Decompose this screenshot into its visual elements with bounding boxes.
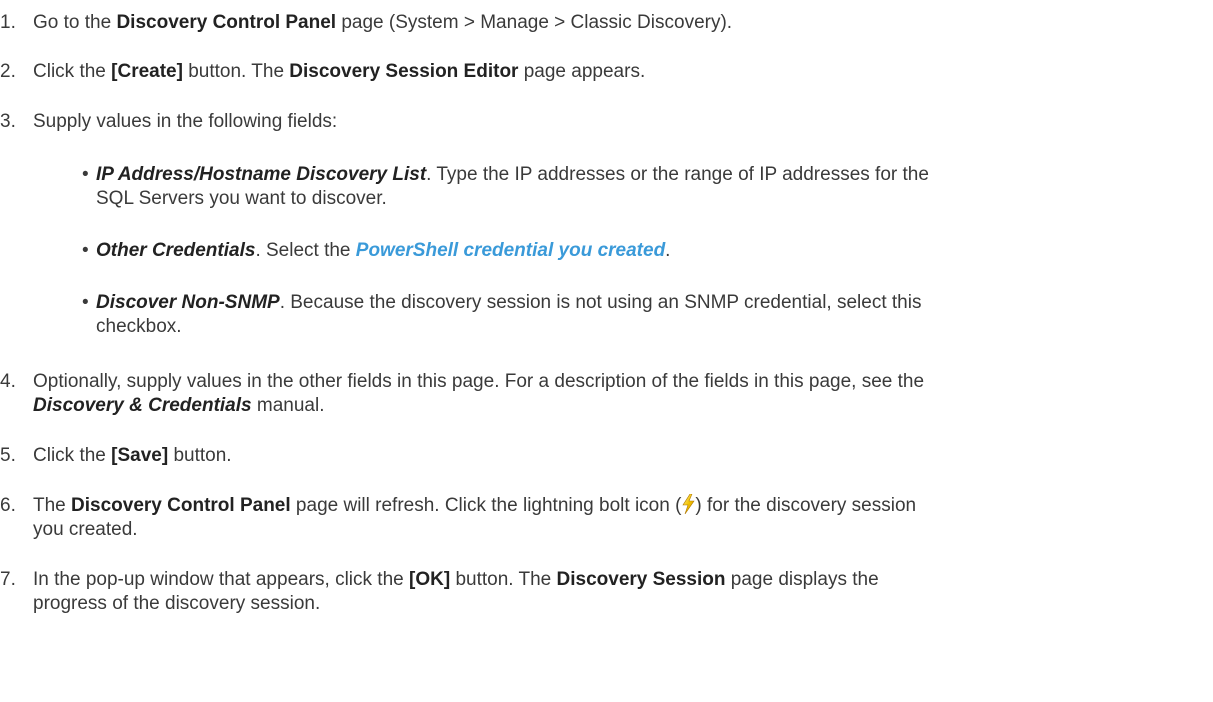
step-text: The [33, 495, 72, 516]
page-name: Discovery Control Panel [71, 495, 291, 516]
button-name: [Save] [111, 445, 169, 466]
bullet-text: SQL Servers you want to discover. [96, 188, 387, 209]
step-text: Click the [33, 61, 112, 82]
step-number: 7. [0, 569, 16, 590]
step-5: 5. Click the [Save] button. [0, 444, 1190, 468]
step-text: manual. [251, 395, 325, 416]
step-text: Click the [33, 445, 112, 466]
step-3: 3. Supply values in the following fields… [0, 110, 1190, 134]
step-text: In the pop-up window that appears, click… [33, 569, 410, 590]
bullet-item: • Other Credentials. Select the PowerShe… [82, 239, 1186, 263]
step-number: 2. [0, 61, 16, 82]
step-7: 7. In the pop-up window that appears, cl… [0, 568, 1190, 616]
step-2: 2. Click the [Create] button. The Discov… [0, 60, 1190, 84]
step-number: 4. [0, 371, 16, 392]
button-name: [OK] [409, 569, 451, 590]
step-text: Optionally, supply values in the other f… [33, 371, 925, 392]
bullet-text: . Type the IP addresses or the range of … [426, 164, 929, 185]
step-text: page will refresh. Click the lightning b… [290, 495, 682, 516]
step-text: progress of the discovery session. [33, 593, 321, 614]
step-text: ) for the discovery session [695, 495, 917, 516]
step-number: 3. [0, 111, 16, 132]
step-number: 6. [0, 495, 16, 516]
step-number: 1. [0, 12, 16, 33]
step-text: button. The [450, 569, 557, 590]
step-text: Go to the [33, 12, 117, 33]
page-name: Discovery Session Editor [289, 61, 519, 82]
step-text: page displays the [725, 569, 879, 590]
powershell-credential-link[interactable]: PowerShell credential you created [356, 240, 665, 261]
button-name: [Create] [111, 61, 183, 82]
step-6: 6. The Discovery Control Panel page will… [0, 493, 1190, 542]
bullet-text: . Select the [255, 240, 356, 261]
bullet-dot: • [82, 240, 89, 261]
manual-name: Discovery & Credentials [33, 395, 252, 416]
step-text: button. The [182, 61, 290, 82]
field-name: Other Credentials [96, 240, 256, 261]
bullet-text: checkbox. [96, 316, 182, 337]
step-text: page appears. [518, 61, 646, 82]
bullet-item: • Discover Non-SNMP. Because the discove… [82, 291, 1186, 339]
step-4: 4. Optionally, supply values in the othe… [0, 370, 1190, 418]
step-text: Supply values in the following fields: [33, 111, 338, 132]
page-name: Discovery Control Panel [116, 12, 337, 33]
step-text: button. [168, 445, 232, 466]
step-number: 5. [0, 445, 16, 466]
bullet-dot: • [82, 292, 89, 313]
bullet-text: . Because the discovery session is not u… [279, 292, 922, 313]
step-text: page (System > Manage > Classic Discover… [336, 12, 733, 33]
bullet-text: . [665, 240, 671, 261]
step-text: you created. [33, 519, 138, 540]
bullet-item: • IP Address/Hostname Discovery List. Ty… [82, 163, 1186, 211]
page-name: Discovery Session [556, 569, 726, 590]
bullet-dot: • [82, 164, 89, 185]
lightning-bolt-icon [681, 493, 695, 515]
field-name: IP Address/Hostname Discovery List [96, 164, 427, 185]
step-1: 1. Go to the Discovery Control Panel pag… [0, 11, 1190, 35]
field-name: Discover Non-SNMP [96, 292, 280, 313]
